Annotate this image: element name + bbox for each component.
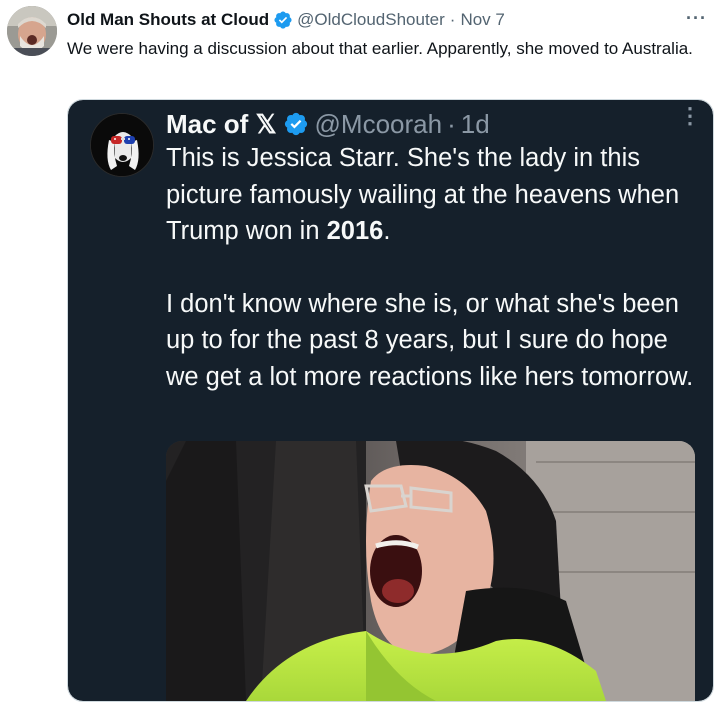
quoted-more-options-icon: ⋮ <box>679 103 701 128</box>
verified-badge-icon <box>284 112 307 136</box>
tweet-header: Old Man Shouts at Cloud @OldCloudShouter… <box>67 8 721 32</box>
quoted-tweet-screenshot[interactable]: Mac of 𝕏 @Mcoorah · 1d ⋮ This is Jessica… <box>67 99 714 702</box>
tweet: Old Man Shouts at Cloud @OldCloudShouter… <box>0 0 721 707</box>
quoted-tweet-text: This is Jessica Starr. She's the lady in… <box>166 140 696 395</box>
quoted-tweet-header: Mac of 𝕏 @Mcoorah · 1d <box>166 106 490 142</box>
dog-avatar-icon <box>91 114 153 176</box>
more-options-icon[interactable]: ··· <box>686 8 707 29</box>
quoted-text-paragraph-2: I don't know where she is, or what she's… <box>166 289 694 391</box>
quoted-tweet-media <box>166 441 695 701</box>
author-handle[interactable]: @OldCloudShouter <box>297 10 445 30</box>
author-avatar[interactable] <box>7 6 57 56</box>
verified-badge-icon <box>274 11 292 29</box>
quoted-author-name: Mac of 𝕏 <box>166 108 277 139</box>
tweet-date[interactable]: Nov 7 <box>460 10 504 30</box>
author-name[interactable]: Old Man Shouts at Cloud <box>67 10 269 30</box>
quoted-author-handle: @Mcoorah <box>314 108 443 139</box>
quoted-tweet-date: 1d <box>460 108 490 139</box>
quoted-text-paragraph-1: This is Jessica Starr. She's the lady in… <box>166 140 696 250</box>
quoted-text-bold-year: 2016 <box>326 217 384 245</box>
quoted-text-part: . <box>383 217 391 245</box>
tweet-text: We were having a discussion about that e… <box>67 39 693 58</box>
quoted-author-avatar <box>90 113 154 177</box>
quoted-text-part: This is Jessica Starr. She's the lady in… <box>166 144 680 245</box>
quoted-separator-dot: · <box>447 108 456 139</box>
user-avatar-photo <box>7 6 57 56</box>
photo-image <box>166 441 695 701</box>
quoted-tweet-card: Mac of 𝕏 @Mcoorah · 1d ⋮ This is Jessica… <box>68 100 713 701</box>
separator-dot: · <box>449 10 456 29</box>
